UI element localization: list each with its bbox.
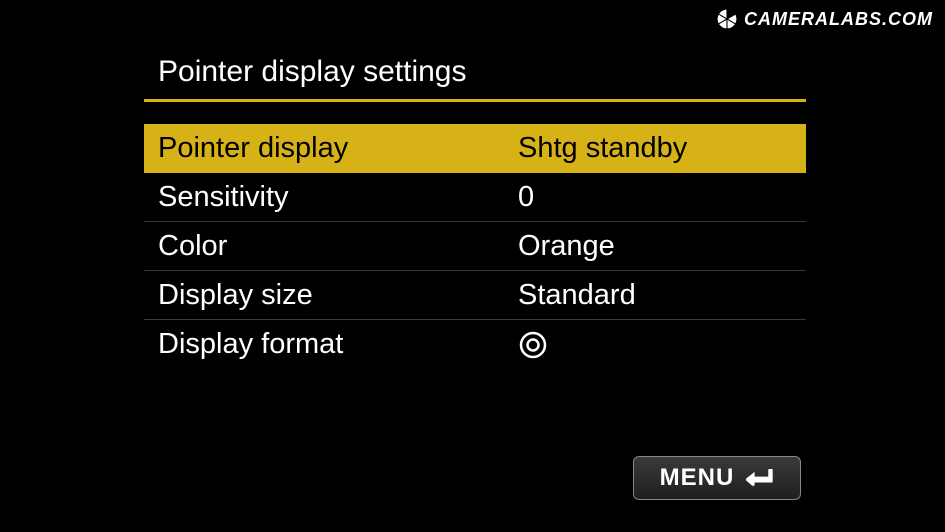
menu-row[interactable]: Display sizeStandard xyxy=(144,271,806,320)
return-icon xyxy=(744,465,774,491)
settings-menu: Pointer displayShtg standbySensitivity0C… xyxy=(144,124,806,369)
watermark-text: CAMERALABS.COM xyxy=(744,9,933,30)
menu-row-label: Pointer display xyxy=(158,132,518,165)
page-title: Pointer display settings xyxy=(144,55,806,99)
menu-row-value: Standard xyxy=(518,279,792,312)
menu-row-value: Orange xyxy=(518,230,792,263)
title-divider xyxy=(144,99,806,102)
concentric-circles-icon xyxy=(518,330,548,360)
menu-row-value: 0 xyxy=(518,181,792,214)
menu-row-label: Display format xyxy=(158,328,518,361)
watermark: CAMERALABS.COM xyxy=(716,8,933,30)
menu-row[interactable]: ColorOrange xyxy=(144,222,806,271)
menu-row[interactable]: Pointer displayShtg standby xyxy=(144,124,806,173)
menu-row-value xyxy=(518,328,792,361)
menu-button-label: MENU xyxy=(660,464,735,492)
menu-row-label: Color xyxy=(158,230,518,263)
menu-back-button[interactable]: MENU xyxy=(633,456,801,500)
menu-row-label: Display size xyxy=(158,279,518,312)
menu-row-value: Shtg standby xyxy=(518,132,792,165)
menu-row[interactable]: Display format xyxy=(144,320,806,369)
menu-row[interactable]: Sensitivity0 xyxy=(144,173,806,222)
menu-row-label: Sensitivity xyxy=(158,181,518,214)
aperture-icon xyxy=(716,8,738,30)
